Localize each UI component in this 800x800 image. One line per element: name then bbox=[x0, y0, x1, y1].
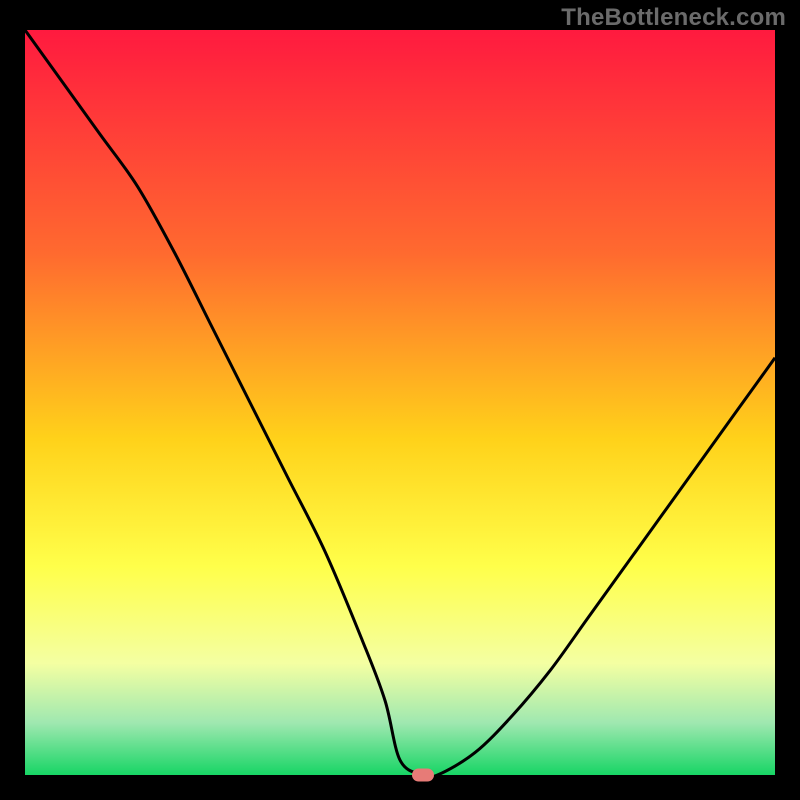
plot-area bbox=[25, 30, 775, 775]
gradient-background bbox=[25, 30, 775, 775]
optimum-marker bbox=[412, 769, 434, 782]
chart-frame: TheBottleneck.com bbox=[0, 0, 800, 800]
chart-svg bbox=[25, 30, 775, 775]
watermark-text: TheBottleneck.com bbox=[561, 4, 786, 32]
